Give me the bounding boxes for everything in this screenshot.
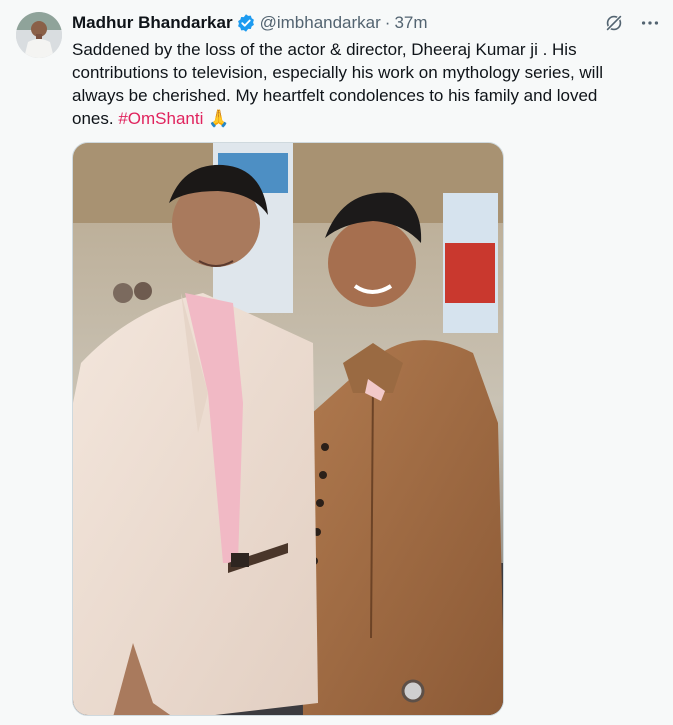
separator-dot: · <box>384 13 391 32</box>
grok-icon[interactable] <box>603 12 625 34</box>
photo-image <box>73 143 503 715</box>
avatar-image <box>16 12 62 58</box>
tweet-photo[interactable] <box>72 142 504 716</box>
tweet-timestamp[interactable]: 37m <box>394 13 427 33</box>
author-handle[interactable]: @imbhandarkar <box>260 13 381 33</box>
verified-badge-icon <box>236 13 256 33</box>
tweet-header: Madhur Bhandarkar @imbhandarkar · 37m <box>72 12 428 34</box>
author-avatar[interactable] <box>16 12 62 58</box>
tweet-card[interactable]: Madhur Bhandarkar @imbhandarkar · 37m Sa… <box>0 0 673 725</box>
hashtag-link[interactable]: #OmShanti <box>118 109 203 128</box>
author-name[interactable]: Madhur Bhandarkar <box>72 13 233 33</box>
folded-hands-emoji: 🙏 <box>208 109 230 128</box>
tweet-actions <box>603 12 661 34</box>
more-icon[interactable] <box>639 12 661 34</box>
tweet-text: Saddened by the loss of the actor & dire… <box>72 38 642 130</box>
